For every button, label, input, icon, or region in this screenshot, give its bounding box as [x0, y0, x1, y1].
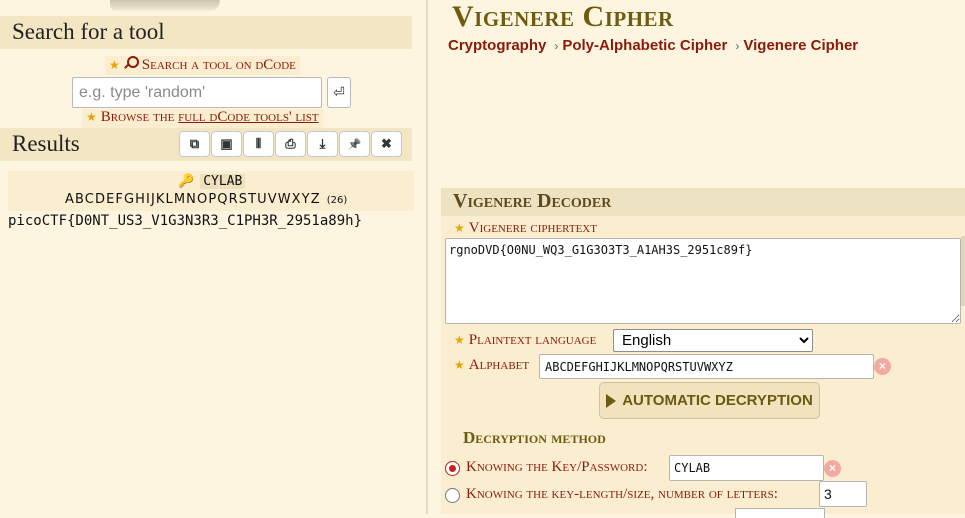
save-button[interactable]: ▣	[211, 131, 242, 157]
ciphertext-label-text: Vigenere ciphertext	[468, 220, 597, 236]
key-input[interactable]	[669, 455, 824, 481]
full-tools-list-link[interactable]: full dCode tools' list	[178, 109, 318, 125]
logo-decoration	[110, 0, 220, 12]
result-alphabet-row: ABCDEFGHIJKLMNOPQRSTUVWXYZ (26)	[65, 192, 347, 207]
breadcrumb-separator-icon: ›	[735, 39, 740, 53]
browse-prefix: Browse the	[100, 109, 179, 125]
method-key-radio[interactable]	[445, 461, 460, 476]
star-icon: ★	[454, 221, 465, 235]
star-icon: ★	[86, 110, 97, 124]
scroll-edge	[961, 236, 965, 306]
method-length-radio[interactable]	[445, 488, 460, 503]
decoder-heading: Vigenere Decoder	[441, 188, 965, 216]
print-button[interactable]: ⎙	[275, 131, 306, 157]
result-plaintext[interactable]: picoCTF{D0NT_US3_V1G3N3R3_C1PH3R_2951a89…	[8, 213, 362, 229]
alphabet-label: ★ Alphabet	[454, 357, 529, 374]
close-results-button[interactable]: ✖	[371, 131, 402, 157]
left-panel: Search for a tool ★ Search a tool on dCod…	[0, 0, 426, 514]
breadcrumb-item-polyalphabetic[interactable]: Poly-Alphabetic Cipher	[562, 37, 727, 54]
result-alphabet-count: (26)	[326, 195, 348, 206]
breadcrumb-item-vigenere[interactable]: Vigenere Cipher	[743, 37, 858, 54]
search-heading: Search for a tool	[0, 16, 412, 49]
print-icon: ⎙	[285, 136, 296, 151]
search-tool-link[interactable]: ★ Search a tool on dCode	[105, 56, 300, 75]
result-key-value[interactable]: CYLAB	[200, 173, 246, 189]
language-label: ★ Plaintext language	[454, 332, 596, 349]
alphabet-label-text: Alphabet	[468, 357, 530, 373]
clear-key-icon[interactable]: ×	[824, 460, 841, 477]
ciphertext-input[interactable]: rgnoDVD{O0NU_WQ3_G1G3O3T3_A1AH3S_2951c89…	[445, 238, 961, 324]
method-key-label[interactable]: Knowing the Key/Password:	[466, 459, 648, 476]
page-title: Vigenere Cipher	[452, 0, 674, 33]
key-length-input[interactable]	[819, 481, 867, 507]
close-icon: ✖	[381, 136, 392, 151]
pin-button[interactable]: 📌	[339, 131, 370, 157]
breadcrumb: Cryptography › Poly-Alphabetic Cipher › Vige…	[448, 37, 858, 54]
star-icon: ★	[109, 58, 120, 72]
key-icon: 🔑	[178, 173, 195, 188]
download-button[interactable]: ⤓	[307, 131, 338, 157]
breadcrumb-separator-icon: ›	[554, 39, 559, 53]
breadcrumb-item-cryptography[interactable]: Cryptography	[448, 37, 546, 54]
results-toolbar: ⧉ ▣ ⦀ ⎙ ⤓ 📌 ✖	[179, 131, 402, 157]
split-button[interactable]: ⦀	[243, 131, 274, 157]
search-submit-button[interactable]: ⏎	[327, 77, 351, 108]
next-field-input[interactable]	[735, 508, 825, 518]
clear-alphabet-icon[interactable]: ×	[874, 358, 891, 375]
decryption-method-heading: Decryption method	[463, 428, 606, 447]
language-select[interactable]: English	[613, 329, 813, 352]
save-icon: ▣	[220, 136, 233, 151]
copy-button[interactable]: ⧉	[179, 131, 210, 157]
result-alphabet: ABCDEFGHIJKLMNOPQRSTUVWXYZ	[65, 192, 321, 207]
star-icon: ★	[454, 358, 465, 372]
play-icon	[606, 393, 617, 408]
language-label-text: Plaintext language	[468, 332, 597, 348]
search-tool-link-label: Search a tool on dCode	[141, 57, 296, 73]
result-key-box: 🔑 CYLAB ABCDEFGHIJKLMNOPQRSTUVWXYZ (26)	[8, 171, 414, 211]
automatic-decryption-button[interactable]: AUTOMATIC DECRYPTION	[599, 382, 820, 419]
ciphertext-label: ★ Vigenere ciphertext	[454, 220, 597, 237]
magnifier-icon	[124, 56, 139, 70]
browse-tools-row: ★ Browse the full dCode tools' list	[82, 109, 323, 128]
star-icon: ★	[454, 333, 465, 347]
pin-icon: 📌	[347, 138, 362, 151]
result-key-row: 🔑 CYLAB	[178, 173, 246, 189]
split-icon: ⦀	[255, 136, 262, 151]
download-icon: ⤓	[319, 136, 326, 151]
automatic-decryption-label: AUTOMATIC DECRYPTION	[622, 392, 813, 409]
tool-search-input[interactable]	[72, 77, 322, 108]
alphabet-input[interactable]	[539, 354, 874, 379]
right-panel: Vigenere Cipher Cryptography › Poly-Alphab…	[428, 0, 965, 518]
method-length-label[interactable]: Knowing the key-length/size, number of l…	[466, 486, 778, 503]
copy-icon: ⧉	[189, 136, 200, 151]
